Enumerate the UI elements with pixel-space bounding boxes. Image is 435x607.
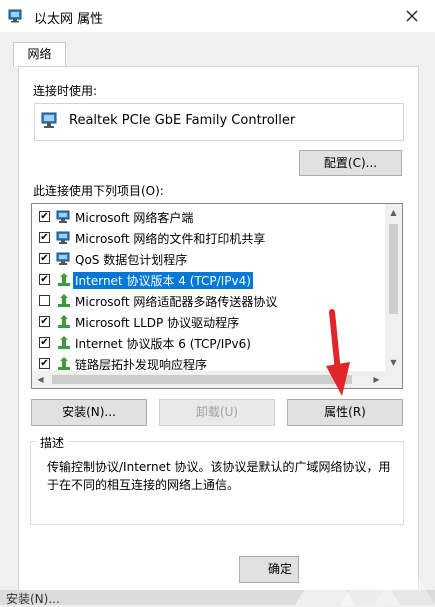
item-checkbox[interactable]: ✔	[39, 358, 50, 369]
item-checkbox[interactable]: ✔	[39, 316, 50, 327]
install-button-label: 安装(N)...	[62, 405, 116, 419]
tab-network[interactable]: 网络	[13, 42, 66, 67]
qos-icon	[56, 252, 70, 265]
list-item-selected[interactable]: ✔ Internet 协议版本 4 (TCP/IPv4)	[37, 270, 383, 290]
item-label: QoS 数据包计划程序	[75, 253, 188, 267]
item-label: Microsoft LLDP 协议驱动程序	[75, 316, 240, 330]
item-checkbox[interactable]: ✔	[39, 337, 50, 348]
items-list[interactable]: ✔ Microsoft 网络客户端 ✔ Microsoft 网络的文件和打印机共…	[31, 203, 403, 389]
scroll-up-icon[interactable]: ▲	[385, 204, 402, 221]
window-title: 以太网 属性	[34, 12, 104, 27]
configure-button-label: 配置(C)...	[323, 156, 378, 170]
protocol-icon	[58, 315, 70, 328]
properties-button[interactable]: 属性(R)	[287, 399, 403, 426]
scroll-down-icon[interactable]: ▼	[385, 354, 402, 371]
configure-button[interactable]: 配置(C)...	[299, 150, 402, 176]
list-item[interactable]: ✔ Microsoft 网络客户端	[37, 207, 383, 227]
item-label: Microsoft 网络客户端	[75, 211, 194, 225]
install-button[interactable]: 安装(N)...	[31, 399, 147, 426]
item-checkbox[interactable]: ✔	[39, 232, 50, 243]
scroll-left-icon[interactable]: ◀	[32, 371, 49, 388]
scroll-right-icon[interactable]: ▶	[368, 371, 385, 388]
list-item[interactable]: ✔ Microsoft LLDP 协议驱动程序	[37, 312, 383, 332]
item-checkbox[interactable]: ✔	[39, 274, 50, 285]
close-icon[interactable]	[399, 4, 425, 28]
horizontal-scrollbar[interactable]: ◀ ▶	[32, 371, 385, 388]
title-bar: 以太网 属性	[0, 0, 435, 32]
items-label: 此连接使用下列项目(O):	[33, 184, 164, 198]
list-item[interactable]: ✔ Internet 协议版本 6 (TCP/IPv6)	[37, 333, 383, 353]
tab-network-label: 网络	[27, 47, 52, 61]
list-item[interactable]: Microsoft 网络适配器多路传送器协议	[37, 291, 383, 311]
protocol-icon	[58, 357, 70, 370]
item-checkbox[interactable]: ✔	[39, 211, 50, 222]
network-adapter-icon	[41, 112, 57, 128]
protocol-icon	[58, 294, 70, 307]
list-item[interactable]: ✔ Microsoft 网络的文件和打印机共享	[37, 228, 383, 248]
item-checkbox[interactable]: ✔	[39, 253, 50, 264]
item-checkbox[interactable]	[39, 295, 50, 306]
properties-button-label: 属性(R)	[324, 405, 366, 419]
watermark-logo	[295, 555, 435, 605]
connect-using-label: 连接时使用:	[33, 84, 98, 98]
scroll-corner	[385, 371, 402, 388]
file-share-icon	[56, 231, 70, 244]
item-label: 链路层拓扑发现响应程序	[75, 358, 208, 370]
item-label: Microsoft 网络的文件和打印机共享	[75, 232, 266, 246]
uninstall-button[interactable]: 卸载(U)	[159, 399, 275, 426]
network-adapter-icon	[8, 9, 22, 23]
list-item[interactable]: ✔ QoS 数据包计划程序	[37, 249, 383, 269]
device-box: Realtek PCIe GbE Family Controller	[34, 103, 404, 141]
protocol-icon	[58, 273, 70, 286]
device-name: Realtek PCIe GbE Family Controller	[69, 113, 296, 128]
scroll-thumb[interactable]	[389, 224, 398, 314]
network-client-icon	[56, 210, 70, 223]
item-label: Internet 协议版本 6 (TCP/IPv6)	[75, 337, 251, 351]
protocol-icon	[58, 336, 70, 349]
description-title: 描述	[36, 434, 69, 451]
scroll-thumb[interactable]	[52, 375, 352, 384]
item-label: Microsoft 网络适配器多路传送器协议	[75, 295, 278, 309]
background-text: 安装(N)...	[6, 592, 60, 606]
uninstall-button-label: 卸载(U)	[195, 405, 239, 419]
vertical-scrollbar[interactable]: ▲ ▼	[385, 204, 402, 371]
item-label: Internet 协议版本 4 (TCP/IPv4)	[73, 272, 253, 289]
description-text: 传输控制协议/Internet 协议。该协议是默认的广域网络协议，用于在不同的相…	[47, 460, 391, 492]
list-item[interactable]: ✔ 链路层拓扑发现响应程序	[37, 354, 383, 370]
